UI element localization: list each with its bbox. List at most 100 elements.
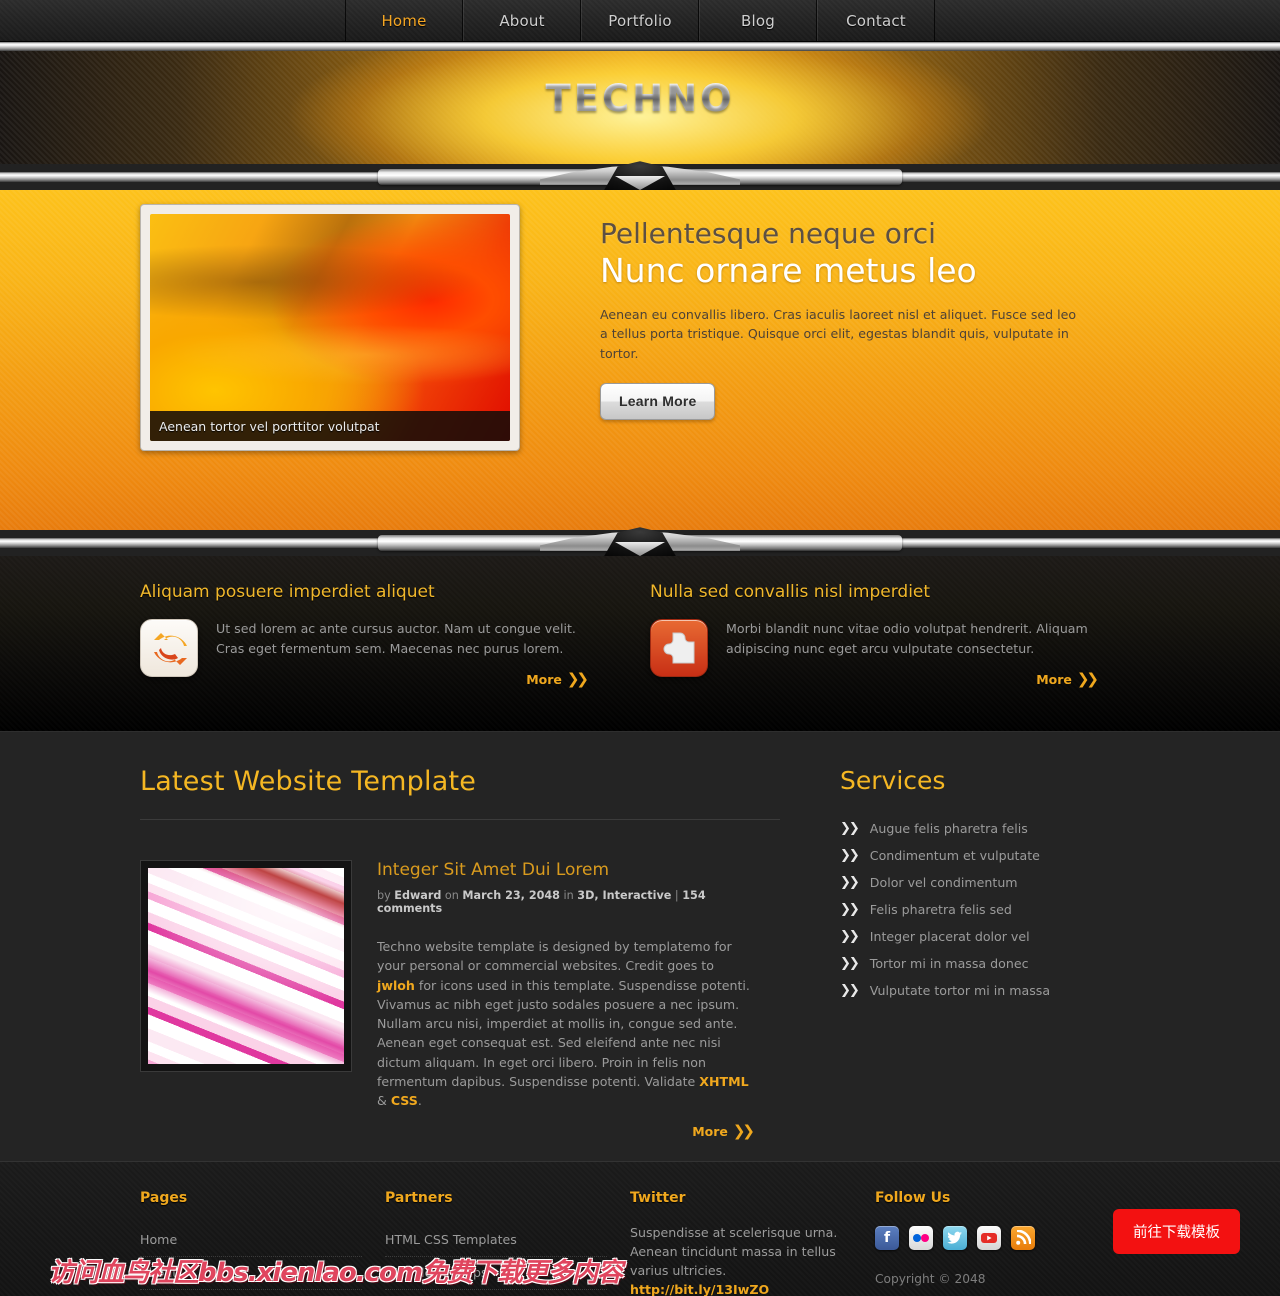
hero-body: Aenean eu convallis libero. Cras iaculis… — [600, 306, 1077, 361]
feature-1-more-link[interactable]: More ❯❯ — [216, 670, 589, 688]
nav-item-contact[interactable]: Contact — [817, 0, 935, 41]
puzzle-piece-icon — [650, 619, 708, 677]
facebook-icon[interactable]: f — [875, 1226, 899, 1250]
nav-item-blog[interactable]: Blog — [699, 0, 817, 41]
meta-author[interactable]: Edward — [394, 889, 441, 902]
post-thumbnail[interactable] — [140, 860, 352, 1072]
chrome-rail-top — [0, 42, 1280, 51]
site-footer: Pages Home About Portfolio Partners HTML… — [0, 1161, 1280, 1296]
footer-column-twitter: Twitter Suspendisse at scelerisque urna.… — [630, 1190, 875, 1296]
chevron-right-icon: ❯❯ — [840, 929, 860, 944]
post-text-4: . — [417, 1093, 422, 1109]
feature-card-2: Nulla sed convallis nisl imperdiet Morbi… — [650, 582, 1140, 688]
footer-twitter-link[interactable]: http://bit.ly/13IwZO — [630, 1282, 769, 1296]
youtube-icon[interactable] — [977, 1226, 1001, 1250]
feature-2-more-link[interactable]: More ❯❯ — [726, 670, 1099, 688]
hero-banner: Aenean tortor vel porttitor volutpat Pel… — [0, 190, 1280, 530]
blog-post: Integer Sit Amet Dui Lorem by Edward on … — [140, 860, 780, 1140]
learn-more-button[interactable]: Learn More — [600, 383, 716, 421]
metal-separator-bottom — [0, 527, 1280, 556]
hero-title: Nunc ornare metus leo — [600, 251, 977, 291]
footer-page-about[interactable]: About — [140, 1257, 362, 1290]
service-item-1[interactable]: ❯❯ Condimentum et vulputate — [840, 842, 1080, 869]
nav-list: Home About Portfolio Blog Contact — [345, 0, 935, 41]
section-title: Latest Website Template — [140, 766, 477, 797]
slider-image-swirl — [150, 214, 510, 441]
footer-partner-2[interactable]: Free Flash Gallery — [385, 1290, 607, 1296]
main-content: Latest Website Template Integer Sit Amet… — [0, 731, 1280, 1161]
meta-in-label: in — [563, 889, 574, 902]
footer-inner: Pages Home About Portfolio Partners HTML… — [140, 1162, 1140, 1296]
chevron-right-icon: ❯❯ — [840, 875, 860, 890]
footer-page-home[interactable]: Home — [140, 1224, 362, 1257]
slider-frame[interactable]: Aenean tortor vel porttitor volutpat — [140, 204, 520, 451]
main-inner: Latest Website Template Integer Sit Amet… — [140, 732, 1140, 1140]
footer-pages-title: Pages — [140, 1190, 188, 1206]
footer-column-partners: Partners HTML CSS Templates Web design T… — [385, 1190, 630, 1296]
post-text-1: Techno website template is designed by t… — [377, 939, 732, 974]
service-item-4[interactable]: ❯❯ Integer placerat dolor vel — [840, 923, 1080, 950]
post-more-link[interactable]: More ❯❯ — [377, 1122, 755, 1141]
post-body: Integer Sit Amet Dui Lorem by Edward on … — [352, 860, 755, 1141]
content-column: Latest Website Template Integer Sit Amet… — [140, 766, 780, 1140]
footer-partner-0[interactable]: HTML CSS Templates — [385, 1224, 607, 1257]
flickr-icon[interactable] — [909, 1226, 933, 1250]
xhtml-link[interactable]: XHTML — [699, 1074, 748, 1089]
post-thumbnail-art — [148, 868, 344, 1064]
post-title[interactable]: Integer Sit Amet Dui Lorem — [377, 860, 752, 880]
chevron-right-icon: ❯❯ — [840, 902, 860, 917]
slider-caption: Aenean tortor vel porttitor volutpat — [150, 411, 510, 441]
copyright-text: Copyright © 2048 — [875, 1272, 986, 1286]
meta-categories[interactable]: 3D, Interactive — [577, 889, 671, 902]
chevron-right-icon: ❯❯ — [840, 983, 860, 998]
feature-2-body-wrap: Morbi blandit nunc vitae odio volutpat h… — [708, 619, 1099, 688]
footer-follow-title: Follow Us — [875, 1190, 951, 1206]
footer-page-portfolio[interactable]: Portfolio — [140, 1290, 362, 1296]
services-sidebar: Services ❯❯ Augue felis pharetra felis ❯❯… — [780, 766, 1080, 1140]
post-text-2: for icons used in this template. Suspend… — [377, 977, 750, 1089]
service-item-6[interactable]: ❯❯ Vulputate tortor mi in massa — [840, 977, 1080, 1004]
footer-twitter-text: Suspendisse at scelerisque urna. Aenean … — [630, 1225, 838, 1278]
metal-separator-top — [0, 161, 1280, 190]
footer-column-follow: Follow Us f Copyright © 2048 — [875, 1190, 1120, 1296]
post-text-3: & — [377, 1093, 391, 1109]
chevron-double-right-icon: ❯❯ — [732, 1122, 755, 1141]
service-item-2[interactable]: ❯❯ Dolor vel condimentum — [840, 869, 1080, 896]
site-logo[interactable]: TECHNO — [0, 77, 1280, 120]
footer-partners-list: HTML CSS Templates Web design Tips Free … — [385, 1224, 607, 1296]
slider-image: Aenean tortor vel porttitor volutpat — [150, 214, 510, 441]
nav-item-about[interactable]: About — [463, 0, 581, 41]
features-section: Aliquam posuere imperdiet aliquet Ut sed… — [0, 556, 1280, 731]
feature-1-row: Ut sed lorem ac ante cursus auctor. Nam … — [140, 619, 630, 688]
post-paragraph: Techno website template is designed by t… — [377, 937, 752, 1110]
footer-twitter-title: Twitter — [630, 1190, 686, 1206]
twitter-icon[interactable] — [943, 1226, 967, 1250]
service-item-5[interactable]: ❯❯ Tortor mi in massa donec — [840, 950, 1080, 977]
meta-date: March 23, 2048 — [462, 889, 560, 902]
footer-partner-1[interactable]: Web design Tips — [385, 1257, 607, 1290]
sync-arrows-icon — [140, 619, 198, 677]
post-meta: by Edward on March 23, 2048 in 3D, Inter… — [377, 889, 752, 915]
download-template-button[interactable]: 前往下载模板 — [1113, 1209, 1240, 1254]
meta-separator: | — [674, 889, 679, 902]
service-item-3[interactable]: ❯❯ Felis pharetra felis sed — [840, 896, 1080, 923]
feature-card-1: Aliquam posuere imperdiet aliquet Ut sed… — [140, 582, 630, 688]
chevron-right-icon: ❯❯ — [840, 848, 860, 863]
feature-2-body: Morbi blandit nunc vitae odio volutpat h… — [726, 621, 1088, 656]
features-inner: Aliquam posuere imperdiet aliquet Ut sed… — [140, 556, 1140, 688]
services-title: Services — [840, 766, 946, 795]
nav-item-portfolio[interactable]: Portfolio — [581, 0, 699, 41]
nav-item-home[interactable]: Home — [345, 0, 463, 41]
rss-icon[interactable] — [1011, 1226, 1035, 1250]
page-root: Home About Portfolio Blog Contact TECHNO… — [0, 0, 1280, 1296]
feature-1-body-wrap: Ut sed lorem ac ante cursus auctor. Nam … — [198, 619, 589, 688]
logo-banner: TECHNO — [0, 51, 1280, 164]
hero-inner: Aenean tortor vel porttitor volutpat Pel… — [140, 190, 1140, 451]
feature-1-body: Ut sed lorem ac ante cursus auctor. Nam … — [216, 621, 576, 656]
chevron-right-icon: ❯❯ — [840, 956, 860, 971]
feature-2-heading: Nulla sed convallis nisl imperdiet — [650, 582, 931, 602]
footer-twitter-text-wrap: Suspendisse at scelerisque urna. Aenean … — [630, 1224, 858, 1296]
css-link[interactable]: CSS — [391, 1093, 418, 1108]
credit-link[interactable]: jwloh — [377, 978, 415, 993]
service-item-0[interactable]: ❯❯ Augue felis pharetra felis — [840, 815, 1080, 842]
